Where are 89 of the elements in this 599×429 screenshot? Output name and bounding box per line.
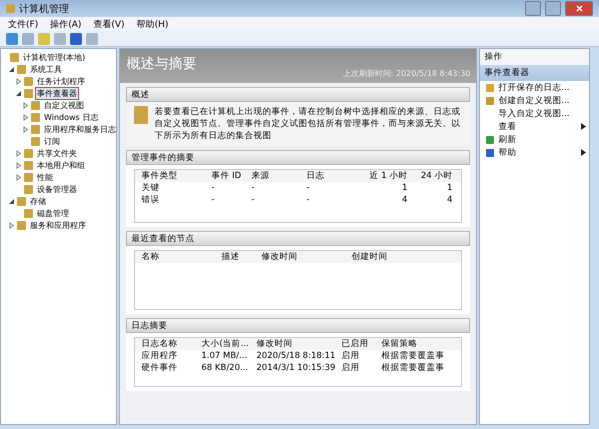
table-cell-text: 根据需要覆盖事 <box>381 362 446 374</box>
section-header[interactable]: 概述 <box>126 87 470 102</box>
collapsed-arrow-icon[interactable] <box>8 222 15 228</box>
column-header[interactable]: 24 小时 <box>411 170 456 182</box>
column-header[interactable]: 创建时间 <box>351 251 442 263</box>
submenu-arrow-icon <box>581 149 586 156</box>
collapsed-arrow-icon[interactable] <box>22 126 29 132</box>
tree-item[interactable]: 计算机管理(本地) <box>21 50 88 64</box>
table-cell-text: 根据需要覆盖事 <box>381 350 446 362</box>
column-header[interactable]: 来源 <box>251 170 306 182</box>
tree-item[interactable]: 系统工具 <box>28 62 64 76</box>
tree-item[interactable]: 应用程序和服务日志 <box>42 122 116 136</box>
tree-item[interactable]: 订阅 <box>42 134 62 148</box>
pane-title: 操作 <box>480 49 589 65</box>
refresh-time: 上次刷新时间: 2020/5/18 8:43:30 <box>342 68 470 79</box>
submenu-arrow-icon <box>581 123 586 130</box>
column-header[interactable]: 名称 <box>141 251 222 263</box>
panel-title: 概述与摘要 <box>126 55 196 73</box>
table-cell-text: 1 <box>400 183 408 193</box>
expanded-arrow-icon[interactable] <box>15 90 22 96</box>
tree-item[interactable]: Windows 日志 <box>42 110 100 124</box>
table-cell-text: 68 KB/20... <box>201 363 250 373</box>
overview-text: 若要查看已在计算机上出现的事件，请在控制台树中选择相应的来源、日志或自定义视图节点。管理事件自定义试图包括所有管理事件，而与来源无关。以下所示为所有日志的集合视图 <box>154 106 462 142</box>
section-header[interactable]: 事件查看器 <box>480 65 589 81</box>
column-header[interactable]: 修改时间 <box>261 251 352 263</box>
tree-item[interactable]: 共享文件夹 <box>35 146 79 160</box>
table-cell-text: 错误 <box>141 194 160 206</box>
table-cell-text: - <box>211 183 216 193</box>
column-header[interactable]: 修改时间 <box>256 338 342 350</box>
table-cell-text: - <box>211 195 216 205</box>
tree-item[interactable]: 性能 <box>35 170 55 184</box>
collapsed-arrow-icon[interactable] <box>15 174 22 180</box>
column-header[interactable]: 描述 <box>221 251 262 263</box>
collapsed-arrow-icon[interactable] <box>15 150 22 156</box>
table-cell-text: 应用程序 <box>141 350 178 362</box>
tree-item[interactable]: 磁盘管理 <box>35 206 71 220</box>
table-cell-text: 1.07 MB/... <box>201 351 248 361</box>
column-header[interactable]: 近 1 小时 <box>361 170 412 182</box>
collapsed-arrow-icon[interactable] <box>15 162 22 168</box>
menu-item[interactable]: 文件(F) <box>8 18 38 30</box>
column-header[interactable]: 保留策略 <box>381 338 452 350</box>
tree-item[interactable]: 任务计划程序 <box>35 74 87 88</box>
table-cell-text: 4 <box>400 195 408 205</box>
table-cell-text: 启用 <box>341 362 360 374</box>
table-cell-text: 硬件事件 <box>141 362 178 374</box>
column-header[interactable]: 事件类型 <box>141 170 212 182</box>
column-header[interactable]: 日志名称 <box>141 338 202 350</box>
tree-item[interactable]: 设备管理器 <box>35 182 79 196</box>
table-cell-text: - <box>251 195 256 205</box>
window-title: 计算机管理 <box>19 2 70 16</box>
tree-item[interactable]: 存储 <box>28 194 48 208</box>
menu-item[interactable]: 查看(V) <box>93 18 125 30</box>
collapsed-arrow-icon[interactable] <box>22 102 29 108</box>
table-cell-text: 启用 <box>341 350 360 362</box>
maximize-button[interactable] <box>545 1 561 16</box>
table-cell-text: - <box>306 195 310 205</box>
close-button[interactable] <box>565 1 593 16</box>
action-item[interactable]: 创建自定义视图... <box>480 94 589 107</box>
tree-item[interactable]: 自定义视图 <box>42 98 86 112</box>
action-item[interactable]: 刷新 <box>480 133 589 146</box>
table-cell-text: 2020/5/18 8:18:11 <box>256 351 336 361</box>
column-header[interactable]: 日志 <box>306 170 362 182</box>
menu-item[interactable]: 帮助(H) <box>136 18 168 30</box>
collapsed-arrow-icon[interactable] <box>15 78 22 84</box>
column-header[interactable]: 事件 ID <box>211 170 252 182</box>
table-cell-text: - <box>306 183 310 193</box>
section-header[interactable]: 日志摘要 <box>126 318 470 333</box>
table-cell-text: 关键 <box>141 182 160 194</box>
table-cell-text: 1 <box>446 183 454 193</box>
table-cell-text: 4 <box>446 195 454 205</box>
column-header[interactable]: 大小(当前... <box>201 338 256 350</box>
section-header[interactable]: 管理事件的摘要 <box>126 150 470 165</box>
tree-item[interactable]: 服务和应用程序 <box>28 218 88 232</box>
collapsed-arrow-icon[interactable] <box>22 114 29 120</box>
action-item[interactable]: 帮助 <box>480 146 589 159</box>
expanded-arrow-icon[interactable] <box>8 66 15 72</box>
tree-item[interactable]: 事件查看器 <box>35 86 79 100</box>
close-icon <box>576 5 582 12</box>
menu-item[interactable]: 操作(A) <box>50 18 82 30</box>
action-item[interactable]: 查看 <box>480 120 589 133</box>
table-cell-text: 2014/3/1 10:15:39 <box>256 363 336 373</box>
minimize-button[interactable] <box>525 1 541 16</box>
table-cell-text: - <box>251 183 256 193</box>
expanded-arrow-icon[interactable] <box>8 198 15 204</box>
tree-item[interactable]: 本地用户和组 <box>35 158 87 172</box>
column-header[interactable]: 已启用 <box>341 338 382 350</box>
section-header[interactable]: 最近查看的节点 <box>126 231 470 246</box>
action-item[interactable]: 打开保存的日志... <box>480 81 589 94</box>
action-item[interactable]: 导入自定义视图... <box>480 107 589 120</box>
